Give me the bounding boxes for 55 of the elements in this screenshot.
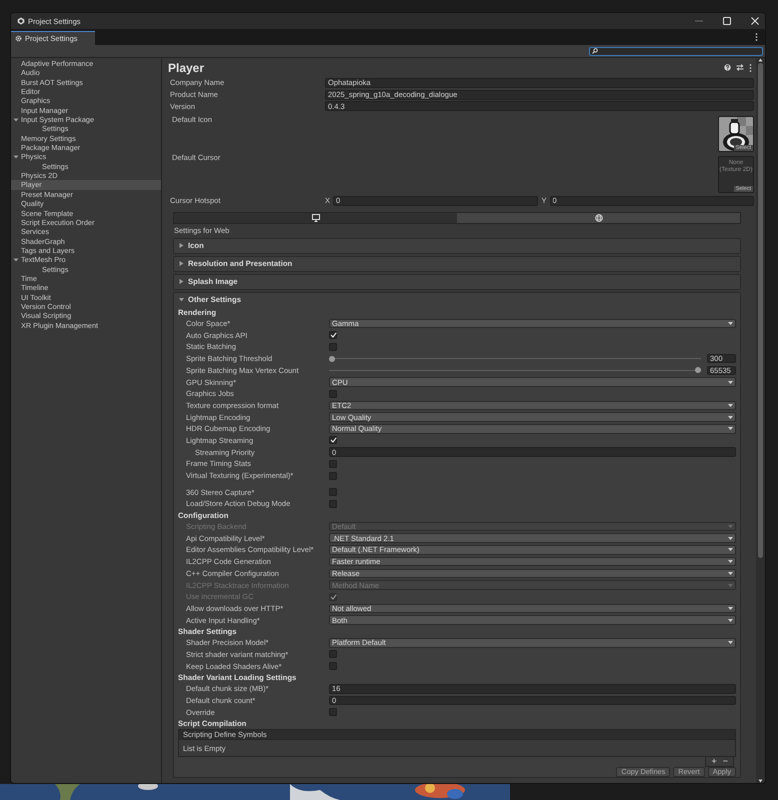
caret-icon [728,584,733,587]
expand-arrow-icon[interactable] [13,154,19,160]
caret-icon [728,548,733,552]
expand-arrow-icon[interactable] [13,116,19,123]
slider-track[interactable] [329,366,701,374]
page-title: Player [168,60,204,76]
caret-icon [728,536,733,540]
expand-arrow-icon[interactable] [13,256,19,263]
app-icon [17,17,25,25]
caret-icon [728,380,733,384]
monitor-icon [312,214,320,222]
checkbox[interactable] [329,500,337,508]
caret-icon [728,560,733,564]
checkbox[interactable] [329,662,337,670]
foldout-arrow-icon [179,297,184,302]
checkbox[interactable] [329,708,337,716]
caret-icon [728,322,733,326]
presets-icon[interactable] [736,64,744,71]
foldout-arrow-icon [179,279,184,284]
more-menu-icon[interactable] [749,64,752,72]
maximize-icon [723,17,731,25]
slider-thumb[interactable] [329,356,335,362]
checkbox[interactable] [329,390,337,398]
search-icon [592,48,598,54]
gear-icon [15,35,22,42]
caret-icon [728,416,733,419]
help-icon[interactable] [724,64,731,71]
foldout-arrow-icon [179,261,184,266]
remove-button[interactable]: − [720,757,730,766]
add-button[interactable]: + [709,757,719,766]
caret-icon [728,572,733,575]
check-icon [330,332,336,338]
checkbox[interactable] [329,488,337,496]
more-menu-icon[interactable] [755,33,758,41]
scrollbar[interactable] [756,58,765,783]
slider-thumb[interactable] [695,367,701,374]
caret-icon [728,606,733,610]
checkbox[interactable] [329,650,337,658]
globe-icon [594,214,602,222]
foldout-arrow-icon [179,243,184,248]
caret-icon [728,427,733,430]
close-icon [751,17,759,25]
slider-track[interactable] [329,355,701,362]
search-field[interactable] [589,46,763,56]
checkbox[interactable] [329,472,337,480]
checkbox[interactable] [329,331,337,340]
checkbox[interactable] [329,342,337,351]
caret-icon [728,404,733,407]
caret-icon [728,618,733,622]
caret-icon [728,641,733,644]
caret-icon [728,525,733,528]
checkbox[interactable] [329,460,337,468]
scroll-down-icon[interactable] [758,779,763,783]
check-icon [330,437,336,444]
checkbox[interactable] [329,436,337,444]
